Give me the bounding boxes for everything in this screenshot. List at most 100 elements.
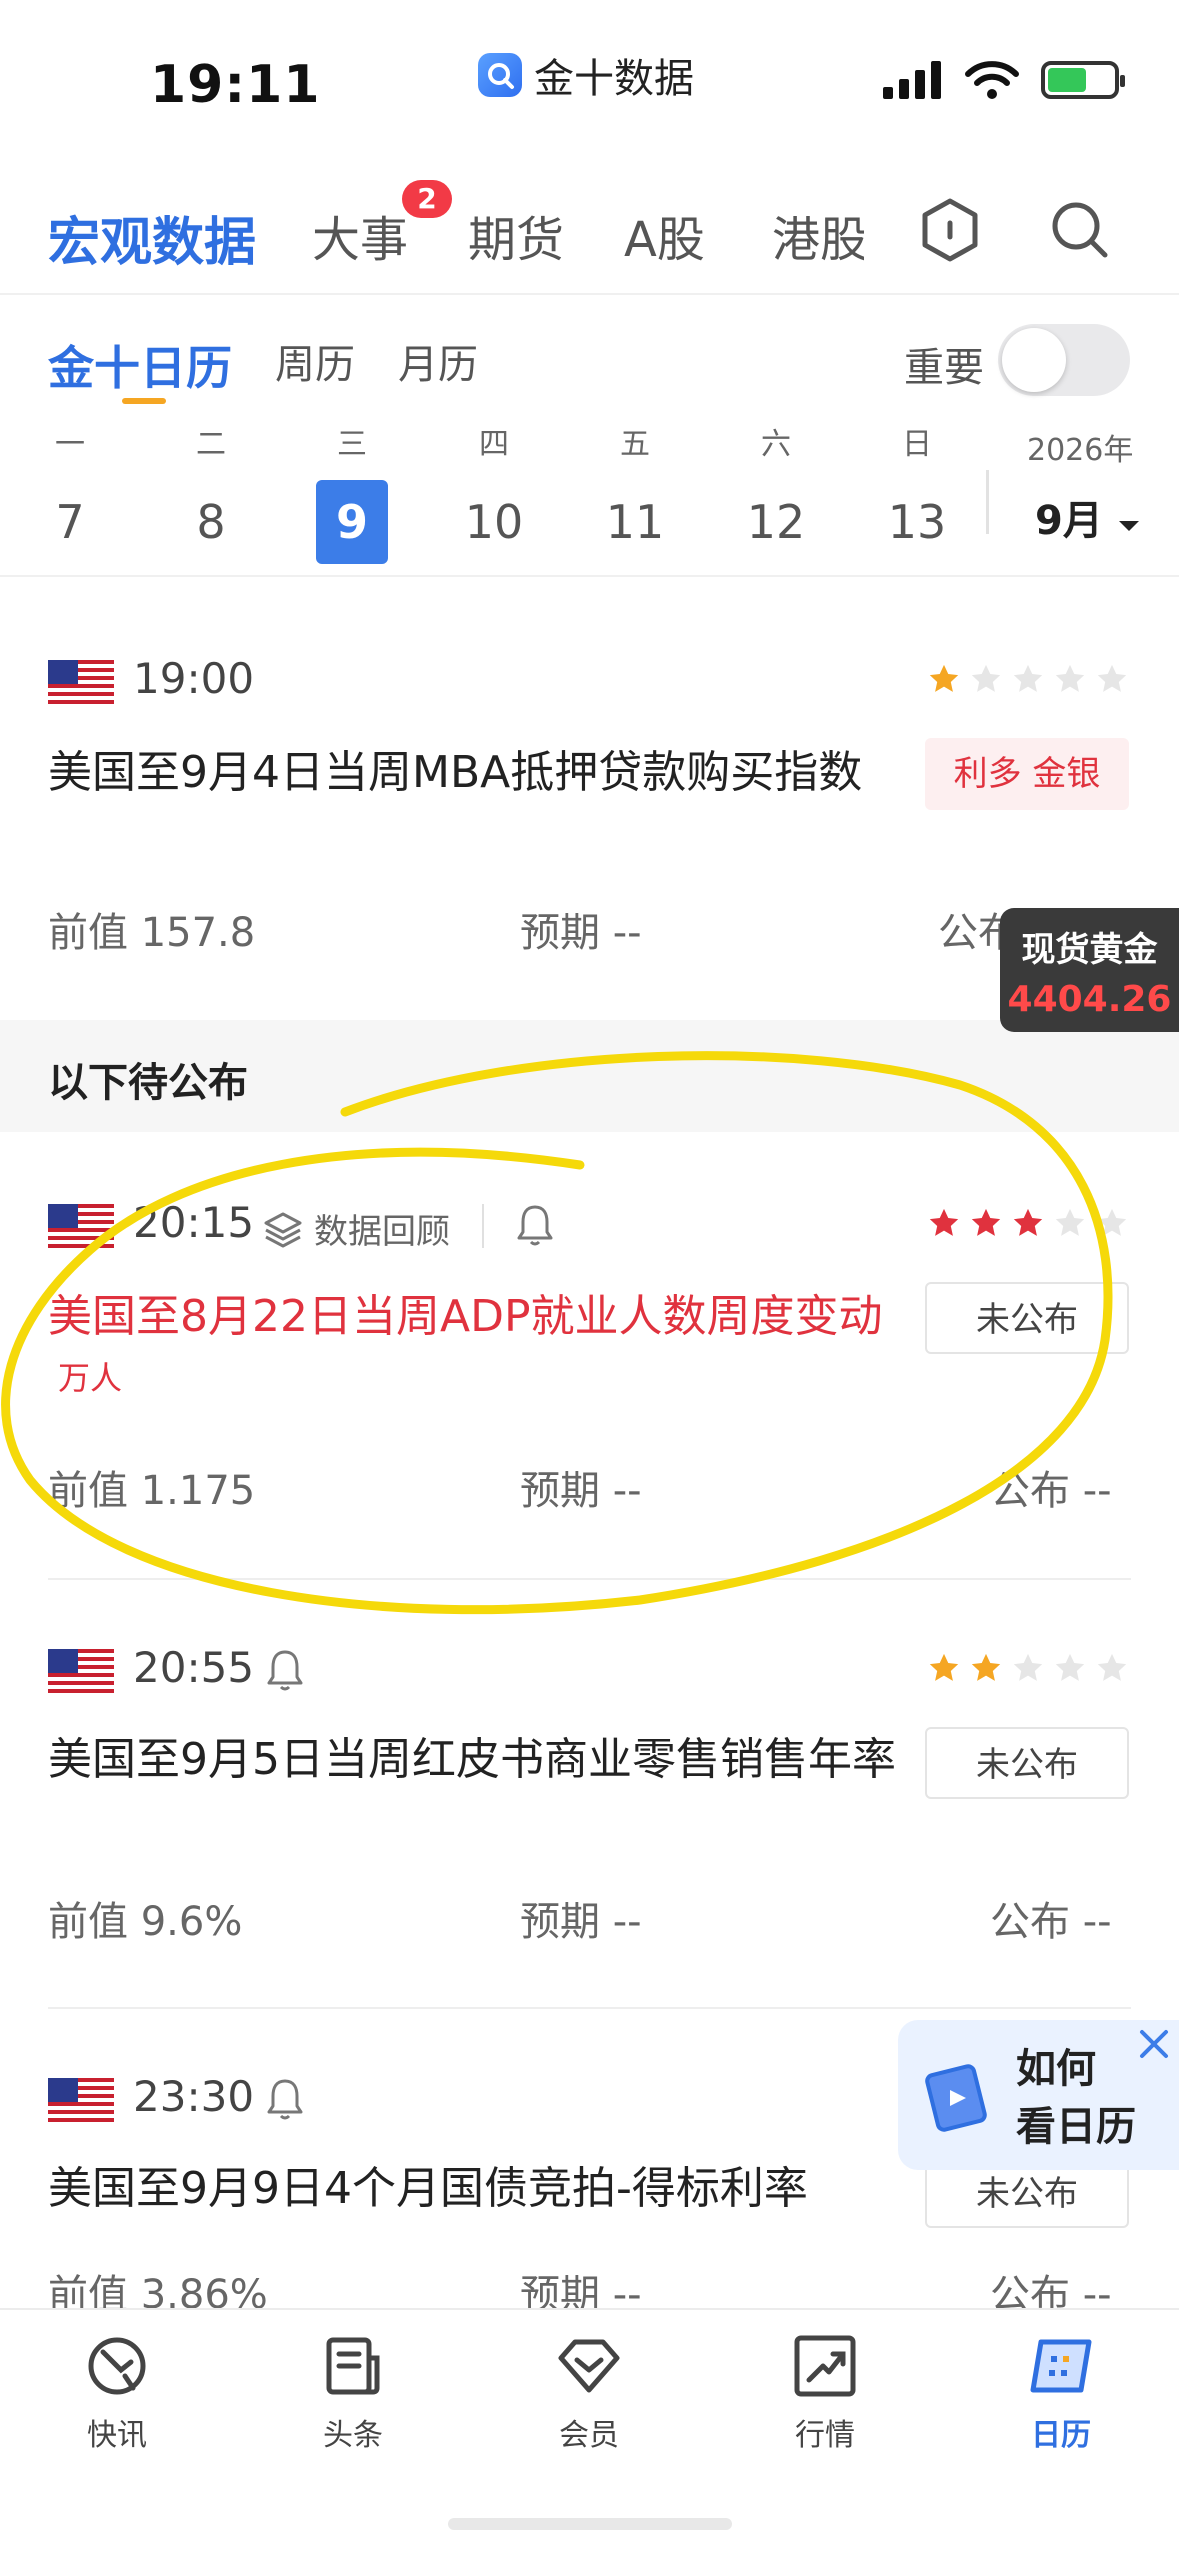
star-empty-icon bbox=[1055, 1653, 1085, 1681]
how-to-line2: 看日历 bbox=[1016, 2104, 1136, 2150]
search-icon[interactable] bbox=[1045, 195, 1115, 265]
event-title: 美国至8月22日当周ADP就业人数周度变动万人 bbox=[48, 1288, 908, 1407]
home-indicator bbox=[448, 2518, 732, 2530]
tab-market[interactable]: 行情 bbox=[750, 2330, 900, 2454]
day-of-week-label: 四 bbox=[479, 427, 509, 462]
forecast-value: 预期 -- bbox=[520, 1899, 642, 1945]
day-number: 13 bbox=[887, 495, 947, 549]
star-filled-icon bbox=[929, 664, 959, 692]
previous-value: 前值 1.175 bbox=[48, 1468, 256, 1514]
spot-gold-price: 4404.26 bbox=[1007, 979, 1172, 1020]
app-name: 金十数据 bbox=[534, 56, 694, 102]
active-tab-indicator bbox=[122, 398, 166, 404]
actual-value: 公布 -- bbox=[990, 1468, 1112, 1514]
star-empty-icon bbox=[1013, 664, 1043, 692]
star-filled-icon bbox=[971, 1653, 1001, 1681]
tab-label: 日历 bbox=[1031, 2418, 1091, 2453]
how-to-line1: 如何 bbox=[1016, 2046, 1096, 2092]
day-number: 7 bbox=[55, 495, 85, 549]
tab-hk-stocks[interactable]: 港股 bbox=[772, 200, 864, 270]
importance-stars bbox=[927, 1651, 1129, 1685]
status-tag: 未公布 bbox=[925, 1282, 1129, 1354]
app-logo-icon bbox=[478, 53, 522, 97]
previous-value: 前值 157.8 bbox=[48, 910, 256, 956]
event-time: 20:15 bbox=[133, 1198, 255, 1247]
us-flag-icon bbox=[48, 1204, 114, 1248]
tab-label: 会员 bbox=[559, 2418, 619, 2453]
market-icon bbox=[794, 2335, 856, 2397]
day-thursday[interactable]: 四 10 bbox=[449, 420, 539, 564]
tab-label: 行情 bbox=[795, 2418, 855, 2453]
day-wednesday-selected[interactable]: 三 9 bbox=[307, 420, 397, 564]
spot-gold-label: 现货黄金 bbox=[1021, 930, 1158, 970]
star-filled-icon bbox=[929, 1208, 959, 1236]
section-title: 以下待公布 bbox=[48, 1060, 248, 1106]
tab-headlines[interactable]: 头条 bbox=[278, 2330, 428, 2454]
tab-label: 头条 bbox=[323, 2418, 383, 2453]
importance-stars bbox=[927, 1206, 1129, 1240]
tab-macro-data[interactable]: 宏观数据 bbox=[48, 200, 256, 275]
spot-gold-widget[interactable]: 现货黄金 4404.26 bbox=[1000, 908, 1179, 1032]
day-of-week-label: 六 bbox=[761, 427, 791, 462]
guide-book-icon bbox=[925, 2064, 987, 2132]
vip-icon bbox=[558, 2339, 620, 2393]
week-selector: 一 7 二 8 三 9 四 10 五 11 六 12 日 13 bbox=[0, 420, 1179, 570]
star-filled-icon bbox=[929, 1653, 959, 1681]
divider bbox=[482, 1204, 484, 1248]
day-monday[interactable]: 一 7 bbox=[25, 420, 115, 564]
event-time: 19:00 bbox=[133, 654, 255, 703]
bell-icon[interactable] bbox=[264, 1647, 306, 1693]
tab-jin10-calendar[interactable]: 金十日历 bbox=[48, 332, 232, 398]
tab-big-events[interactable]: 大事 bbox=[312, 200, 408, 270]
impact-tag: 利多 金银 bbox=[925, 738, 1129, 810]
divider bbox=[986, 470, 989, 534]
caret-down-icon bbox=[1118, 521, 1139, 531]
event-title: 美国至9月9日4个月国债竞拍-得标利率 bbox=[48, 2163, 808, 2214]
tab-vip[interactable]: 会员 bbox=[514, 2330, 664, 2454]
day-number: 8 bbox=[196, 495, 226, 549]
day-tuesday[interactable]: 二 8 bbox=[166, 420, 256, 564]
status-indicators bbox=[883, 60, 1125, 100]
status-app-indicator: 金十数据 bbox=[478, 46, 694, 104]
us-flag-icon bbox=[48, 1649, 114, 1693]
us-flag-icon bbox=[48, 2078, 114, 2122]
star-empty-icon bbox=[1097, 664, 1127, 692]
day-of-week-label: 二 bbox=[196, 427, 226, 462]
day-of-week-label: 三 bbox=[337, 427, 367, 462]
tab-flash-news[interactable]: 快讯 bbox=[42, 2330, 192, 2454]
flash-news-icon bbox=[88, 2337, 146, 2395]
tab-week-calendar[interactable]: 周历 bbox=[275, 332, 355, 390]
day-saturday[interactable]: 六 12 bbox=[731, 420, 821, 564]
divider bbox=[0, 575, 1179, 577]
day-friday[interactable]: 五 11 bbox=[590, 420, 680, 564]
how-to-text: 如何 看日历 bbox=[1016, 2040, 1136, 2156]
hexagon-menu-icon[interactable] bbox=[915, 195, 985, 265]
day-of-week-label: 日 bbox=[902, 427, 932, 462]
day-number: 11 bbox=[605, 495, 665, 549]
important-toggle[interactable] bbox=[998, 324, 1130, 396]
month-label: 9月 bbox=[1035, 498, 1103, 544]
star-filled-icon bbox=[971, 1208, 1001, 1236]
tab-futures[interactable]: 期货 bbox=[468, 200, 564, 270]
event-unit: 万人 bbox=[58, 1359, 123, 1397]
day-number: 12 bbox=[746, 495, 806, 549]
close-icon[interactable] bbox=[1132, 2022, 1176, 2066]
forecast-value: 预期 -- bbox=[520, 910, 642, 956]
day-number: 10 bbox=[464, 495, 524, 549]
star-filled-icon bbox=[1013, 1208, 1043, 1236]
important-filter-label: 重要 bbox=[904, 345, 984, 391]
bell-icon[interactable] bbox=[264, 2076, 306, 2122]
day-sunday[interactable]: 日 13 bbox=[872, 420, 962, 564]
tab-month-calendar[interactable]: 月历 bbox=[398, 332, 478, 390]
tab-label: 快讯 bbox=[87, 2418, 147, 2453]
star-empty-icon bbox=[1055, 1208, 1085, 1236]
status-tag: 未公布 bbox=[925, 1727, 1129, 1799]
tab-calendar[interactable]: 日历 bbox=[986, 2330, 1136, 2454]
event-time: 23:30 bbox=[133, 2072, 255, 2121]
month-selector[interactable]: 9月 bbox=[1035, 488, 1141, 546]
tab-a-shares[interactable]: A股 bbox=[624, 200, 705, 270]
star-empty-icon bbox=[1013, 1653, 1043, 1681]
data-review-link[interactable]: 数据回顾 bbox=[262, 1204, 450, 1253]
notification-badge: 2 bbox=[402, 180, 452, 218]
bell-icon[interactable] bbox=[514, 1202, 556, 1248]
